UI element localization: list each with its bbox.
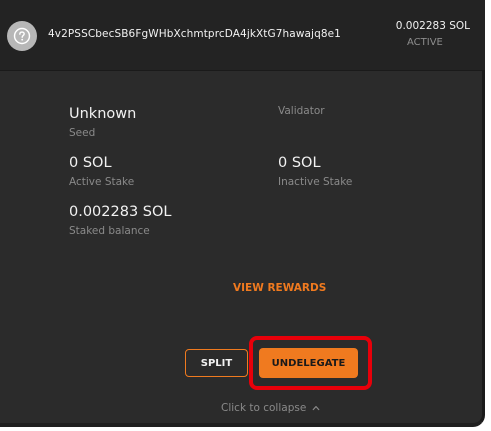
- staked-balance-label: Staked balance: [69, 225, 150, 237]
- view-rewards-link[interactable]: VIEW REWARDS: [233, 282, 326, 294]
- seed-value: Unknown: [69, 106, 137, 122]
- collapse-toggle[interactable]: Click to collapse: [221, 402, 320, 414]
- undelegate-button-label: UNDELEGATE: [271, 357, 346, 369]
- stake-account-card: 4v2PSSCbecSB6FgWHbXchmtprcDA4jkXtG7hawaj…: [0, 0, 485, 427]
- staked-balance-value: 0.002283 SOL: [69, 204, 172, 220]
- chevron-up-icon: [312, 406, 320, 411]
- stake-account-address: 4v2PSSCbecSB6FgWHbXchmtprcDA4jkXtG7hawaj…: [48, 28, 341, 40]
- undelegate-button[interactable]: UNDELEGATE: [259, 348, 358, 378]
- collapse-label: Click to collapse: [221, 402, 307, 414]
- active-stake-value: 0 SOL: [69, 155, 112, 171]
- stake-status-badge: ACTIVE: [407, 37, 443, 48]
- stake-account-header[interactable]: 4v2PSSCbecSB6FgWHbXchmtprcDA4jkXtG7hawaj…: [0, 0, 485, 71]
- stake-account-balance: 0.002283 SOL: [395, 20, 470, 32]
- seed-label: Seed: [69, 127, 96, 139]
- split-button-label: SPLIT: [200, 357, 233, 369]
- validator-label: Validator: [278, 105, 325, 117]
- active-stake-label: Active Stake: [69, 176, 135, 188]
- split-button[interactable]: SPLIT: [185, 349, 248, 377]
- question-circle-icon: [7, 21, 37, 51]
- inactive-stake-value: 0 SOL: [278, 155, 321, 171]
- inactive-stake-label: Inactive Stake: [278, 176, 353, 188]
